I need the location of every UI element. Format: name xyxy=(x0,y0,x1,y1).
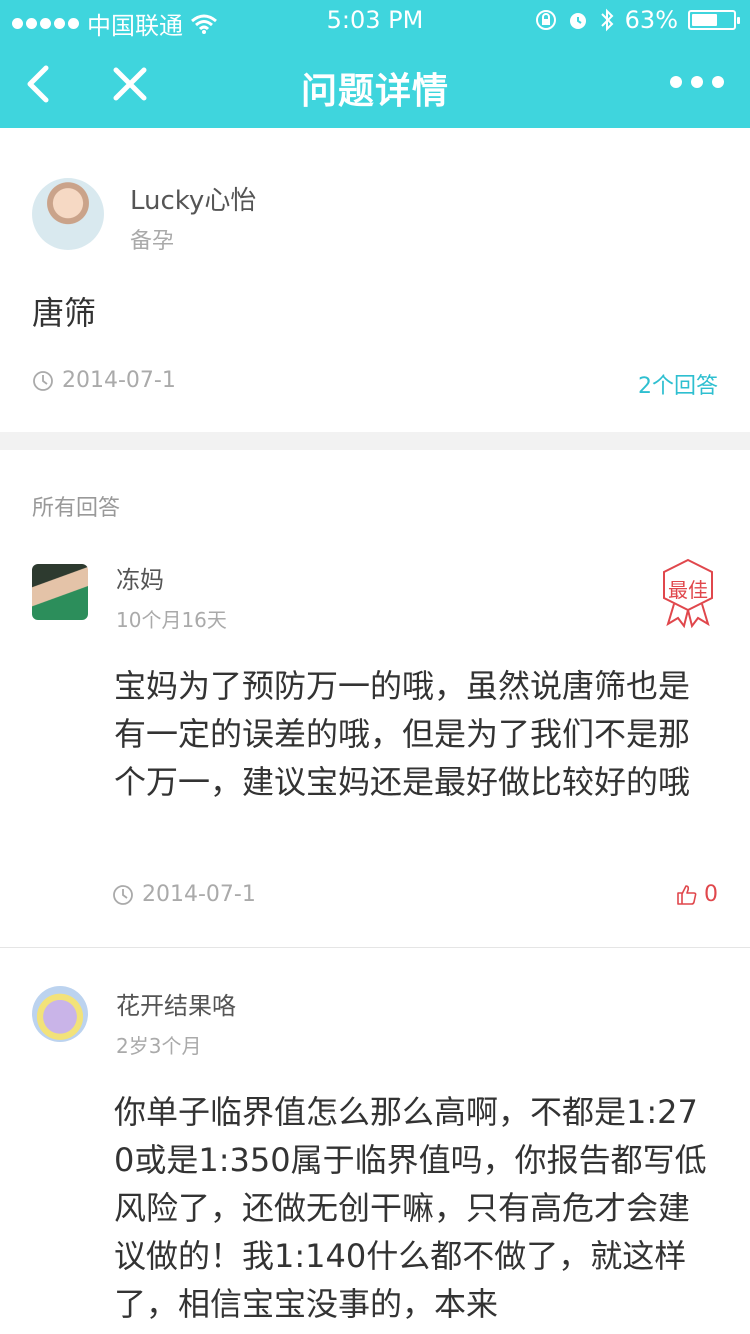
answer-text: 宝妈为了预防万一的哦，虽然说唐筛也是有一定的误差的哦，但是为了我们不是那个万一，… xyxy=(114,667,691,801)
like-count: 0 xyxy=(704,882,718,907)
battery-icon xyxy=(688,10,740,30)
question-text: 唐筛 xyxy=(32,294,97,332)
answers-section-title: 所有回答 xyxy=(32,496,121,521)
question-card: Lucky心怡 备孕 唐筛 2014-07-1 2个回答 xyxy=(0,128,750,432)
avatar[interactable] xyxy=(32,986,88,1042)
clock-icon xyxy=(113,884,133,905)
best-badge-label: 最佳 xyxy=(668,578,708,602)
avatar[interactable] xyxy=(32,564,88,620)
question-meta: 2014-07-1 xyxy=(32,368,176,393)
bluetooth-icon xyxy=(600,8,614,32)
answer-text: 你单子临界值怎么那么高啊，不都是1:270或是1:350属于临界值吗，你报告都写… xyxy=(114,1093,707,1323)
like-button[interactable]: 0 xyxy=(676,882,718,907)
answer-item: 冻妈 10个月16天 最佳 宝妈为了预防万一的哦，虽然说唐筛也是有一定的误差的哦… xyxy=(0,548,750,948)
page-title: 问题详情 xyxy=(300,71,449,112)
status-right: 63% xyxy=(535,6,740,34)
battery-percent: 63% xyxy=(624,6,678,34)
answer-child-age: 10个月16天 xyxy=(116,608,227,632)
section-divider xyxy=(0,432,750,450)
answer-count-link[interactable]: 2个回答 xyxy=(638,368,718,400)
alarm-icon xyxy=(569,13,586,29)
thumbs-up-icon xyxy=(677,884,697,905)
battery-fill xyxy=(692,14,717,26)
rotation-lock-icon xyxy=(535,10,556,30)
best-answer-badge: 最佳 xyxy=(660,558,716,630)
avatar[interactable] xyxy=(32,178,104,250)
status-bar: 中国联通 5:03 PM 63% xyxy=(0,0,750,40)
clock-icon xyxy=(33,370,53,391)
answer-date: 2014-07-1 xyxy=(142,882,256,907)
top-bar: 中国联通 5:03 PM 63% 问题详情 xyxy=(0,0,750,128)
answer-meta: 2014-07-1 xyxy=(112,882,256,907)
nav-bar: 问题详情 xyxy=(0,40,750,128)
question-date: 2014-07-1 xyxy=(62,368,176,393)
answer-user-name[interactable]: 花开结果咯 xyxy=(116,986,236,1021)
answer-item: 花开结果咯 2岁3个月 你单子临界值怎么那么高啊，不都是1:270或是1:350… xyxy=(0,948,750,1334)
answer-child-age: 2岁3个月 xyxy=(116,1034,202,1058)
question-user-status: 备孕 xyxy=(130,229,175,254)
more-icon[interactable] xyxy=(670,76,724,88)
answer-user-name[interactable]: 冻妈 xyxy=(116,560,164,595)
question-user-name[interactable]: Lucky心怡 xyxy=(130,180,256,217)
